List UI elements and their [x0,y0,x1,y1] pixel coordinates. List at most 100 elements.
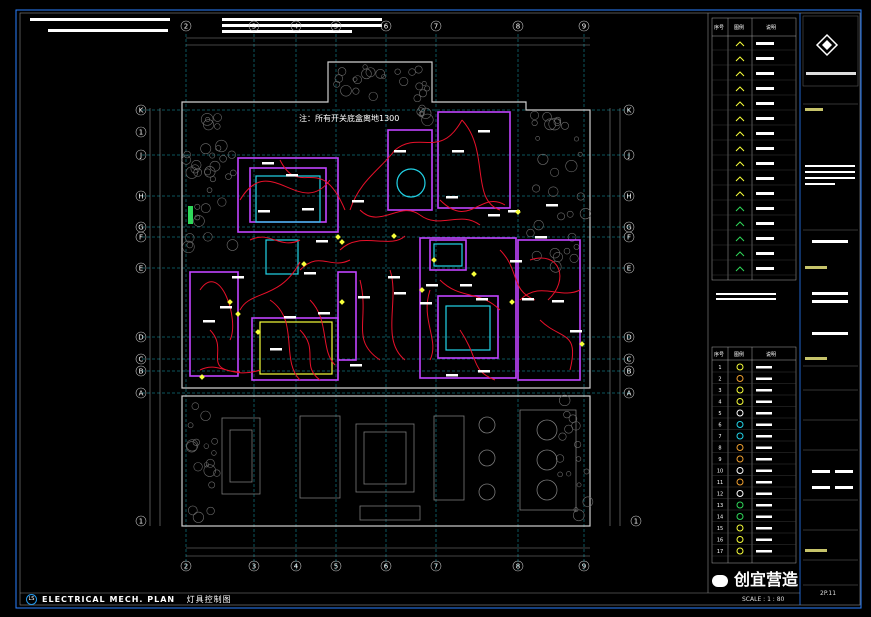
grid-row-label: C [627,356,632,364]
legend-description [756,504,772,507]
legend-row-number: 12 [717,492,723,498]
grid-extra-label: 1 [634,518,638,526]
circuit-label [476,298,488,301]
control-wire [529,257,561,301]
legend-row-number: 5 [718,411,721,417]
legend-description [756,207,774,210]
fixture-legend-icon [736,513,744,520]
fixture-legend-icon [736,363,744,371]
fixture-legend-icon [736,432,744,440]
circuit-label [546,204,558,207]
legend-row-number: 14 [717,515,723,521]
circuit-label [420,302,432,305]
legend-description [756,57,774,60]
legend-description [756,400,772,403]
switch-legend-icon [735,101,745,107]
legend-row-number: 3 [718,388,721,394]
legend-description [756,458,772,461]
grid-column-label: 2 [184,563,188,571]
footer-badge: LS [26,594,37,605]
legend-row-number: 10 [717,469,723,475]
circuit-label [394,292,406,295]
grid-row-label: D [138,334,143,342]
grid-column-label: 5 [334,23,338,31]
switch-legend-icon [735,206,745,212]
legend-description [756,423,772,426]
switch-legend-icon [735,236,745,242]
fixture-legend-icon [736,547,744,555]
legend-row-number: 13 [717,503,723,509]
grid-row-label: D [626,334,631,342]
legend-top-col-icon: 图例 [734,25,745,31]
legend-description [756,87,774,90]
switch-icon [301,261,307,267]
control-wire [239,261,301,311]
legend-row-number: 7 [718,434,721,440]
legend-description [756,446,772,449]
circuit-label [304,272,316,275]
fixture-legend-icon [736,386,744,394]
legend-row-number: 11 [717,480,723,486]
control-wire [269,299,301,381]
legend-row-number: 6 [718,423,721,429]
switch-icon [509,299,515,305]
switch-icon [199,374,205,380]
grid-row-label: A [139,390,144,398]
legend-row-number: 4 [718,400,721,406]
grid-column-label: 8 [516,563,520,571]
legend-row-number: 17 [717,549,723,555]
fixture-legend-icon [736,478,744,486]
grid-column-label: 8 [516,23,520,31]
grid-column-label: 6 [384,563,389,571]
legend-description [756,267,774,270]
switch-legend-icon [735,131,745,137]
footer-title-en: ELECTRICAL MECH. PLAN [42,595,176,604]
control-wire [299,329,321,381]
grid-column-label: 3 [252,23,256,31]
legend-row-number: 8 [718,446,721,452]
legend-description [756,117,774,120]
legend-bottom-col-desc: 说明 [766,352,777,358]
circuit-label [478,130,490,133]
legend-table-top [711,17,797,300]
fixture-legend-icon [736,409,744,417]
footer-title: ELECTRICAL MECH. PLAN 灯具控制图 [42,594,232,605]
switch-legend-icon [735,56,745,62]
switch-legend-icon [735,86,745,92]
fixture-legend-icon [736,490,744,497]
legend-description [756,527,772,530]
circuit-label [220,306,232,309]
legend-description [756,377,772,380]
circuit-label [388,276,400,279]
company-logo-icon [815,33,839,57]
circuit-label [510,260,522,263]
fixture-legend-icon [736,524,744,532]
fixture-legend-icon [736,467,744,474]
legend-bottom-col-no: 序号 [714,352,725,358]
circuit-label [316,240,328,243]
grid-column-label: 6 [384,23,389,31]
furniture [221,409,577,521]
control-wire [419,214,481,226]
switch-icon [339,299,345,305]
grid-column-label: 7 [434,563,438,571]
grid-row-label: F [139,234,143,242]
switch-legend-icon [735,71,745,77]
grid-column-label: 7 [434,23,438,31]
circuit-label [352,200,364,203]
grid-row-label: B [139,368,144,376]
circuit-label [522,298,534,301]
legend-description [756,550,772,553]
legend-description [756,412,772,415]
legend-row-number: 15 [717,526,723,532]
circuit-label [270,348,282,351]
circuit-label [350,364,362,367]
circuit-label [446,374,458,377]
grid-extra-label: 1 [139,518,143,526]
legend-row-number: 1 [718,365,721,371]
grid-row-label: G [138,224,143,232]
interior-walls [189,111,581,381]
control-wire [199,281,234,341]
legend-description [756,162,774,165]
grid-row-label: A [627,390,632,398]
